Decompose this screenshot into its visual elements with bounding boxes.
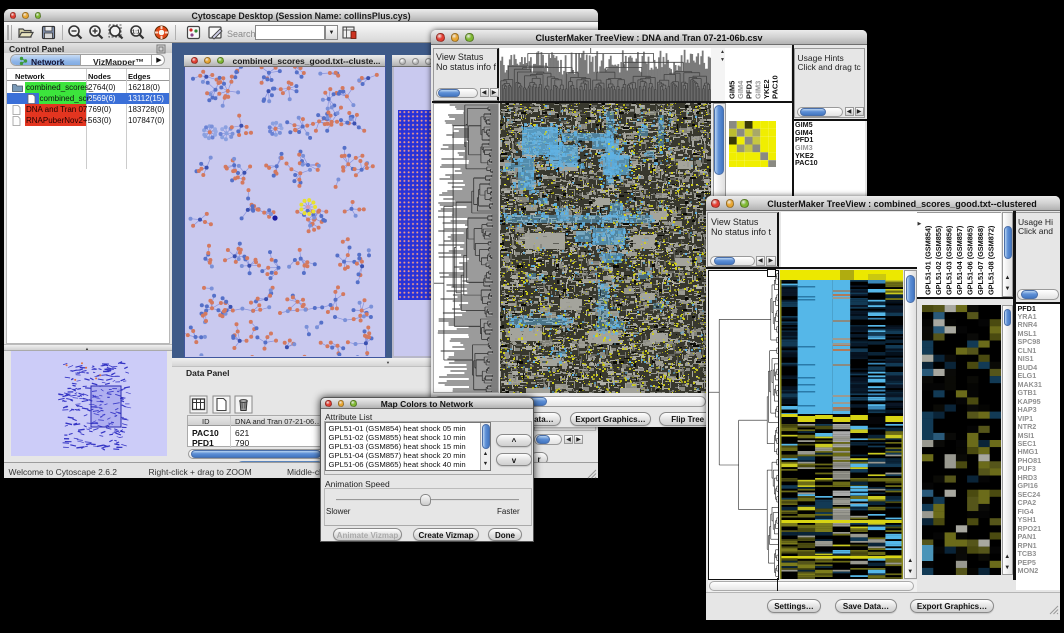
svg-text:1:1: 1:1 [132,30,140,36]
svg-text:PAC10: PAC10 [771,75,780,99]
